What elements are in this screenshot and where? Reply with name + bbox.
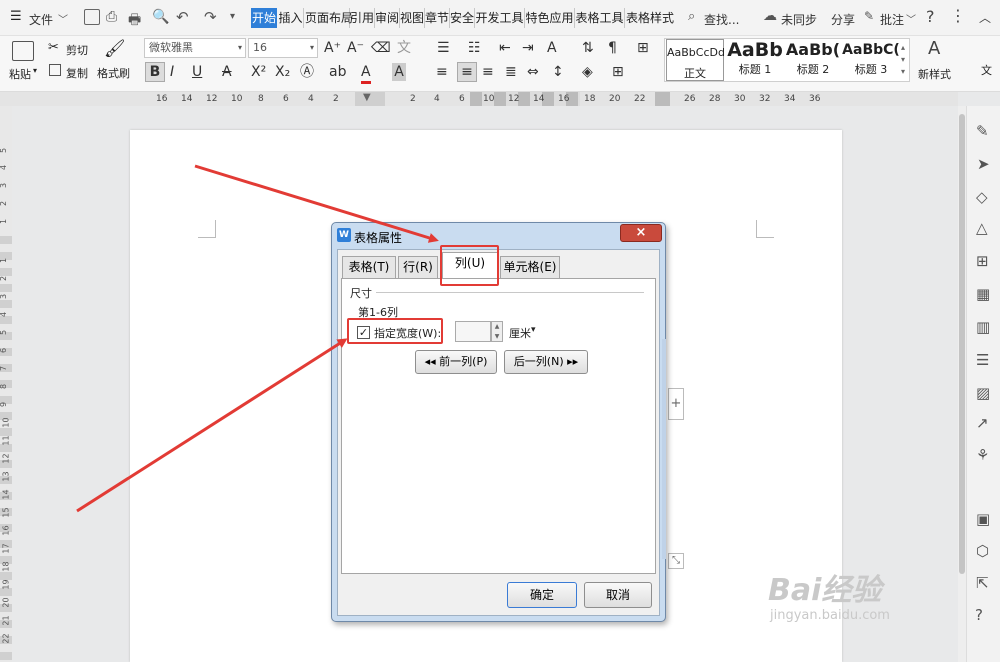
watermark: Bai经验 jingyan.baidu.com <box>768 573 958 624</box>
annotation-arrows <box>76 164 439 513</box>
arrow-to-specify-width <box>76 338 348 513</box>
watermark-main: Bai经验 <box>768 573 882 608</box>
arrow-to-column-tab <box>194 164 439 243</box>
watermark-sub: jingyan.baidu.com <box>770 608 890 623</box>
